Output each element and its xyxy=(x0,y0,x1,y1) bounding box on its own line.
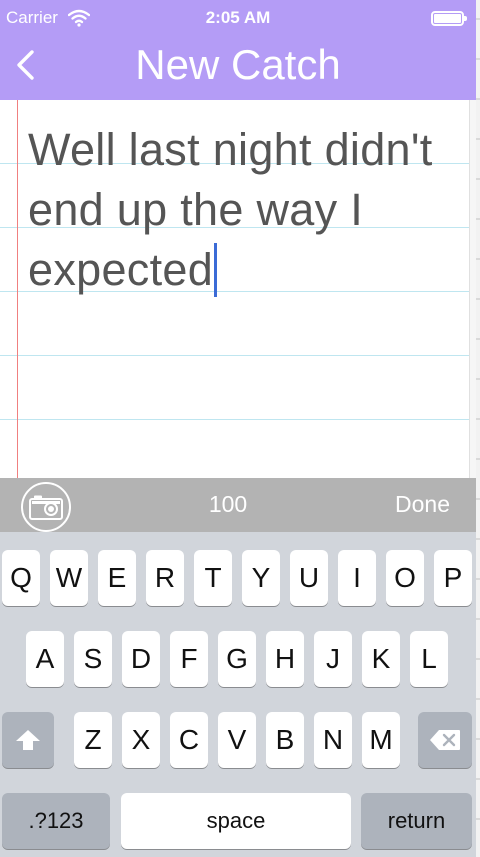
key-j[interactable]: J xyxy=(314,631,352,687)
key-u[interactable]: U xyxy=(290,550,328,606)
note-editor[interactable]: Well last night didn't end up the way I … xyxy=(0,100,476,478)
return-key[interactable]: return xyxy=(361,793,472,849)
key-w[interactable]: W xyxy=(50,550,88,606)
text-caret xyxy=(214,243,218,297)
app-screen: Carrier 2:05 AM New Catch Well last nigh xyxy=(0,0,476,857)
key-l[interactable]: L xyxy=(410,631,448,687)
key-z[interactable]: Z xyxy=(74,712,112,768)
background-window-edge xyxy=(476,0,480,857)
numbers-key[interactable]: .?123 xyxy=(2,793,110,849)
back-button[interactable] xyxy=(10,46,46,86)
note-line-text: expected xyxy=(28,244,214,295)
key-x[interactable]: X xyxy=(122,712,160,768)
key-b[interactable]: B xyxy=(266,712,304,768)
key-g[interactable]: G xyxy=(218,631,256,687)
status-time: 2:05 AM xyxy=(205,8,271,27)
key-r[interactable]: R xyxy=(146,550,184,606)
character-count: 100 xyxy=(208,491,248,517)
key-m[interactable]: M xyxy=(362,712,400,768)
camera-button[interactable] xyxy=(21,482,71,532)
key-a[interactable]: A xyxy=(26,631,64,687)
key-q[interactable]: Q xyxy=(2,550,40,606)
status-bar: Carrier 2:05 AM xyxy=(0,0,476,38)
key-d[interactable]: D xyxy=(122,631,160,687)
note-line: expected xyxy=(28,240,474,300)
camera-icon xyxy=(29,495,63,520)
page-title: New Catch xyxy=(135,41,341,88)
margin-line xyxy=(17,100,18,478)
key-n[interactable]: N xyxy=(314,712,352,768)
space-key[interactable]: space xyxy=(121,793,351,849)
header: Carrier 2:05 AM New Catch xyxy=(0,0,476,100)
key-c[interactable]: C xyxy=(170,712,208,768)
key-f[interactable]: F xyxy=(170,631,208,687)
key-t[interactable]: T xyxy=(194,550,232,606)
key-s[interactable]: S xyxy=(74,631,112,687)
chevron-left-icon xyxy=(17,50,34,80)
key-k[interactable]: K xyxy=(362,631,400,687)
keyboard: Q W E R T Y U I O P A S D F G H J K L Z … xyxy=(0,532,476,857)
delete-icon xyxy=(430,730,460,750)
key-i[interactable]: I xyxy=(338,550,376,606)
key-h[interactable]: H xyxy=(266,631,304,687)
done-button[interactable]: Done xyxy=(395,491,450,518)
shift-key[interactable] xyxy=(2,712,54,768)
key-v[interactable]: V xyxy=(218,712,256,768)
battery-icon xyxy=(431,11,467,26)
key-y[interactable]: Y xyxy=(242,550,280,606)
note-text-area[interactable]: Well last night didn't end up the way I … xyxy=(28,120,474,300)
input-accessory-toolbar: 100 Done xyxy=(0,478,476,532)
note-line-text: end up the way I xyxy=(28,184,364,235)
shift-icon xyxy=(16,730,40,750)
key-o[interactable]: O xyxy=(386,550,424,606)
delete-key[interactable] xyxy=(418,712,472,768)
note-line: Well last night didn't xyxy=(28,124,433,175)
key-p[interactable]: P xyxy=(434,550,472,606)
note-line: end up the way I xyxy=(28,180,474,240)
key-e[interactable]: E xyxy=(98,550,136,606)
